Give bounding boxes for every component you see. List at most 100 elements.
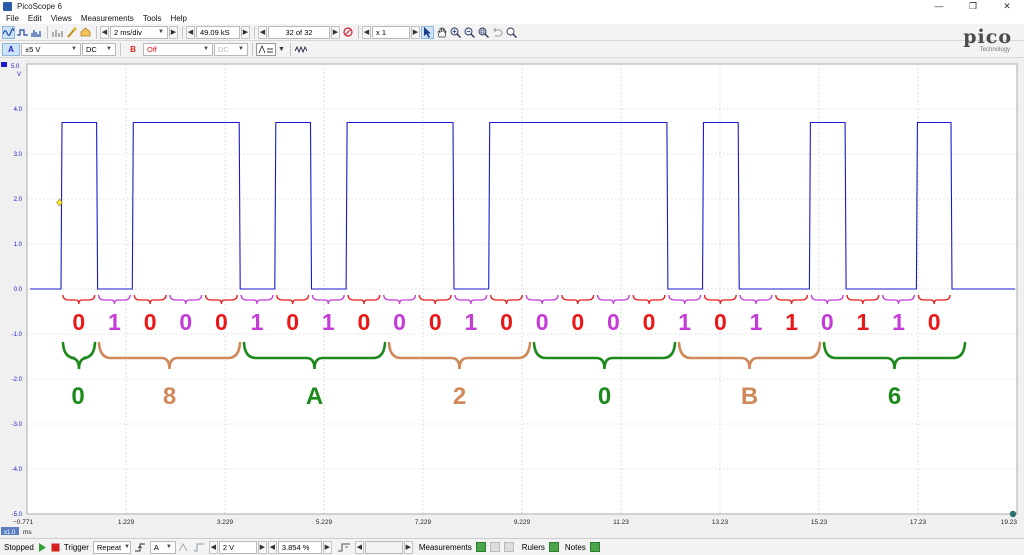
spectrum-mode-button[interactable] [30,26,43,39]
probe-icon [67,26,77,38]
zoom-fit-tool-button[interactable] [477,26,490,39]
stop-icon[interactable] [51,543,60,552]
x-tick-label: 19.23 [1001,519,1018,526]
channel-a-range-select[interactable]: ±5 V ▼ [21,42,81,56]
menu-views[interactable]: Views [51,14,72,23]
edit-measurement-button[interactable] [489,542,500,552]
undo-zoom-button[interactable] [491,26,504,39]
y-tick-label: -5.0 [12,512,23,518]
zoom-out-tool-button[interactable] [463,26,476,39]
main-toolbar: ◀ 2 ms/div ▼ ▶ ◀ 49.09 kS ▶ ◀ 32 of 32 ▶ … [0,24,1024,41]
bit-label: 0 [643,309,656,335]
delay-prev-button[interactable]: ◀ [354,540,364,554]
pretrigger-field[interactable]: 3.854 % [277,540,322,554]
x-tick-label: 3.229 [217,519,234,526]
menu-edit[interactable]: Edit [28,14,42,23]
no-entry-icon [342,27,353,37]
chevron-down-icon: ▼ [158,29,164,35]
start-icon[interactable] [38,542,47,552]
rising-edge-icon[interactable] [134,542,147,553]
chevron-down-icon: ▼ [238,46,244,52]
persistence-mode-button[interactable] [16,26,29,39]
notes-button[interactable] [589,542,600,552]
menu-file[interactable]: File [6,14,19,23]
samples-select[interactable]: 49.09 kS [196,25,240,39]
menu-measurements[interactable]: Measurements [81,14,134,23]
bit-label: 1 [785,309,798,335]
restore-button[interactable]: ❐ [956,0,990,12]
zoom-next-button[interactable]: ▶ [411,25,420,39]
menu-help[interactable]: Help [171,14,187,23]
pretrigger-value: 3.854 % [281,542,310,552]
y-unit-label: V [17,72,21,78]
nibble-label: A [306,383,323,410]
zoom-out-icon [464,27,475,38]
overview-button[interactable] [505,26,518,39]
bit-label: 0 [286,309,299,335]
window-title: PicoScope 6 [17,1,62,11]
menu-tools[interactable]: Tools [143,14,162,23]
buffer-navigator[interactable]: 32 of 32 [268,25,330,39]
pretrigger-next-button[interactable]: ▶ [322,540,332,554]
trigger-level-field[interactable]: 2 V [218,540,257,554]
bit-label: 0 [393,309,406,335]
buffer-prev-button[interactable]: ◀ [258,25,267,39]
timebase-select[interactable]: 2 ms/div ▼ [110,25,168,39]
chevron-down-icon: ▼ [203,46,209,52]
scope-mode-button[interactable] [2,25,15,39]
channel-b-coupling-select[interactable]: DC ▼ [214,42,248,56]
channel-b-button[interactable]: B [124,43,142,56]
rulers-button[interactable] [548,542,559,552]
add-measurement-button[interactable] [475,542,486,552]
bit-label: 1 [251,309,264,335]
zoom-select[interactable]: x 1 [372,25,410,39]
chevron-down-icon: ▼ [71,46,77,52]
bit-label: 0 [536,309,549,335]
math-channels-button[interactable] [256,42,276,56]
delay-next-button[interactable]: ▶ [403,540,413,554]
scope-view[interactable]: 4.0 3.0 2.0 1.0 0.0 -1.0 -2.0 -3.0 -4.0 -5.0 −0.7… [0,58,1024,538]
cursor-arrow-icon [424,26,431,38]
samples-next-button[interactable]: ▶ [241,25,250,39]
nibble-label: 2 [453,383,466,410]
samples-prev-button[interactable]: ◀ [186,25,195,39]
close-button[interactable]: ✕ [990,0,1024,12]
bit-label: 0 [607,309,620,335]
buffer-next-button[interactable]: ▶ [331,25,340,39]
logo-word: pico [963,26,1012,48]
y-tick-label: 2.0 [14,197,23,203]
timebase-prev-button[interactable]: ◀ [100,25,109,39]
trigger-channel-select[interactable]: A ▼ [149,540,176,554]
channel-b-coupling: DC [218,44,229,54]
advanced-trigger-icon[interactable] [178,542,191,553]
channel-options-button[interactable] [51,26,64,39]
channel-a-marker [1,62,7,67]
measurements-label: Measurements [418,542,472,552]
select-tool-button[interactable] [421,25,434,39]
x-tick-label: 7.229 [415,519,432,526]
pretrigger-prev-button[interactable]: ◀ [267,540,277,554]
pan-tool-button[interactable] [435,26,448,39]
post-trigger-delay-icon[interactable] [337,542,351,553]
time-ruler-handle[interactable] [1009,510,1017,518]
reference-waveforms-button[interactable] [294,43,308,56]
x-scale-label: x1.0 [4,530,16,536]
delay-field[interactable] [364,540,403,554]
trigger-level-prev-button[interactable]: ◀ [208,540,218,554]
math-dropdown-button[interactable]: ▼ [277,43,286,56]
x-tick-label: 15.23 [811,519,828,526]
trigger-level-next-button[interactable]: ▶ [257,540,267,554]
probe-button[interactable] [65,26,78,39]
channel-b-range-select[interactable]: Off ▼ [143,42,213,56]
trigger-delay-icon[interactable] [193,542,205,553]
minimize-button[interactable]: — [922,0,956,12]
delete-measurement-button[interactable] [503,542,514,552]
trigger-mode-select[interactable]: Repeat ▼ [92,540,131,554]
channel-a-coupling-select[interactable]: DC ▼ [82,42,116,56]
buffer-stop-button[interactable] [341,26,354,39]
channel-a-button[interactable]: A [2,42,20,56]
zoom-in-tool-button[interactable] [449,26,462,39]
home-button[interactable] [79,26,92,39]
timebase-next-button[interactable]: ▶ [169,25,178,39]
zoom-prev-button[interactable]: ◀ [362,25,371,39]
